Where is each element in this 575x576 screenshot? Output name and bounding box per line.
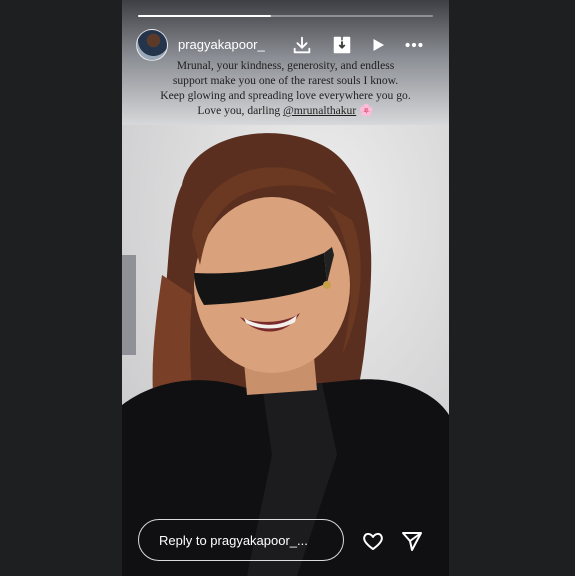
username[interactable]: pragyakapoor_: [178, 37, 265, 52]
story-caption: Mrunal, your kindness, generosity, and e…: [132, 58, 439, 118]
avatar[interactable]: [136, 29, 168, 61]
caption-line: Love you, darling: [197, 104, 284, 117]
download-icon[interactable]: [290, 33, 314, 57]
mention-link[interactable]: @mrunalthakur: [283, 104, 356, 117]
flower-emoji: 🌸: [359, 104, 374, 117]
reply-placeholder: Reply to pragyakapoor_...: [159, 532, 308, 548]
caption-line: Keep glowing and spreading love everywhe…: [160, 89, 411, 102]
more-icon[interactable]: [402, 33, 426, 57]
save-icon[interactable]: [330, 33, 354, 57]
caption-line: support make you one of the rarest souls…: [172, 74, 399, 87]
story-photo: [122, 125, 449, 576]
story-viewer[interactable]: pragyakapoor_ Mrunal, your kindness, gen…: [122, 0, 449, 576]
play-icon[interactable]: [366, 33, 390, 57]
story-progress-track: [138, 15, 433, 17]
send-icon[interactable]: [399, 528, 425, 554]
story-progress-fill: [138, 15, 271, 17]
heart-icon[interactable]: [360, 528, 386, 554]
page: pragyakapoor_ Mrunal, your kindness, gen…: [0, 0, 575, 576]
story-header: pragyakapoor_: [136, 29, 436, 61]
reply-input[interactable]: Reply to pragyakapoor_...: [138, 519, 344, 561]
caption-line: Mrunal, your kindness, generosity, and e…: [176, 59, 395, 72]
